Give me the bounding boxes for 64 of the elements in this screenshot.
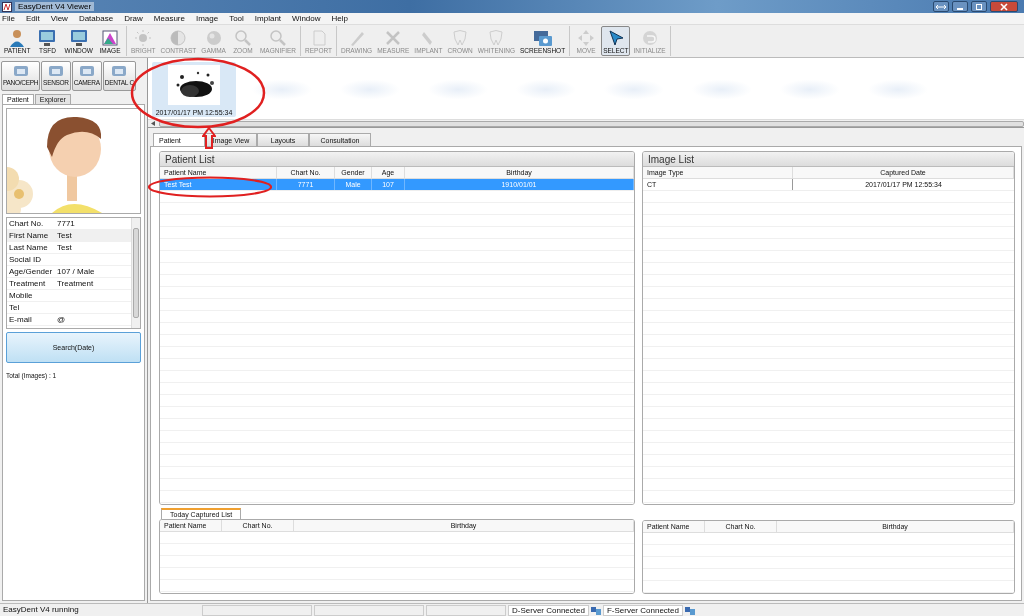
- info-row[interactable]: Age/Gender 107 / Male: [7, 266, 131, 278]
- field-value: Test: [57, 243, 72, 252]
- status-text: F-Server Connected: [602, 604, 683, 616]
- device-icon: [48, 66, 63, 76]
- picture-icon: [100, 28, 120, 47]
- double-arrow-icon: [936, 3, 946, 10]
- field-label: Mobile: [8, 291, 34, 300]
- info-row[interactable]: Treatment Treatment: [7, 278, 131, 290]
- sun-icon: [133, 28, 154, 47]
- field-label: Last Name: [8, 243, 49, 252]
- close-icon: [1000, 2, 1008, 11]
- info-row[interactable]: Social ID: [7, 254, 131, 266]
- camera-icon: [532, 28, 553, 47]
- network-icon: [590, 605, 601, 615]
- magnifier-icon: [267, 28, 288, 47]
- field-label: Age/Gender: [8, 267, 54, 276]
- info-row[interactable]: E-mail @: [7, 314, 131, 326]
- monitor-icon: [37, 28, 58, 47]
- device-icon: [112, 66, 127, 76]
- network-icon: [684, 605, 695, 615]
- field-label: First Name: [8, 231, 50, 240]
- menu-item[interactable]: File: [2, 14, 15, 23]
- menu-item[interactable]: Window: [292, 14, 321, 23]
- menu-item[interactable]: View: [50, 14, 68, 23]
- menu-item[interactable]: Database: [78, 14, 114, 23]
- field-label: E-mail: [8, 315, 33, 324]
- info-row[interactable]: First Name Test: [7, 230, 131, 242]
- window-title: EasyDent V4 Viewer: [15, 2, 95, 11]
- field-value: 7771: [57, 219, 75, 228]
- scrollbar[interactable]: [148, 119, 1024, 127]
- menu-item[interactable]: Implant: [254, 14, 282, 23]
- menu-item[interactable]: Measure: [153, 14, 185, 23]
- status-text: EasyDent V4 running: [2, 604, 80, 616]
- field-label: Chart No.: [8, 219, 45, 228]
- maximize-button[interactable]: [971, 1, 987, 12]
- info-row[interactable]: Tel: [7, 302, 131, 314]
- device-icon: [13, 66, 28, 76]
- magnifier-icon: [232, 28, 253, 47]
- field-value: Treatment: [57, 279, 94, 288]
- menu-item[interactable]: Help: [331, 14, 348, 23]
- field-label: Tel: [8, 303, 21, 312]
- panel-header: Image List: [643, 152, 1014, 167]
- field-value: @: [57, 315, 66, 324]
- left-arrow-icon: [151, 121, 155, 126]
- close-button[interactable]: [990, 1, 1018, 12]
- field-label: Treatment: [8, 279, 47, 288]
- info-row[interactable]: Mobile: [7, 290, 131, 302]
- minimize-button[interactable]: [952, 1, 968, 12]
- menu-item[interactable]: Draw: [124, 14, 143, 23]
- maximize-icon: [975, 2, 983, 11]
- info-row[interactable]: Last Name Test: [7, 242, 131, 254]
- field-value: 107 / Male: [57, 267, 95, 276]
- menu-item[interactable]: Edit: [25, 14, 40, 23]
- menu-item[interactable]: Tool: [229, 14, 244, 23]
- device-icon: [79, 66, 94, 76]
- status-text: D-Server Connected: [508, 604, 589, 616]
- monitor-icon: [68, 28, 89, 47]
- half-circle-icon: [168, 28, 189, 47]
- resize-button[interactable]: [933, 1, 949, 12]
- scrollbar[interactable]: [131, 218, 140, 328]
- field-label: Social ID: [8, 255, 42, 264]
- field-value: Test: [57, 231, 72, 240]
- menu-item[interactable]: Image: [195, 14, 219, 23]
- panel-header: Patient List: [160, 152, 634, 167]
